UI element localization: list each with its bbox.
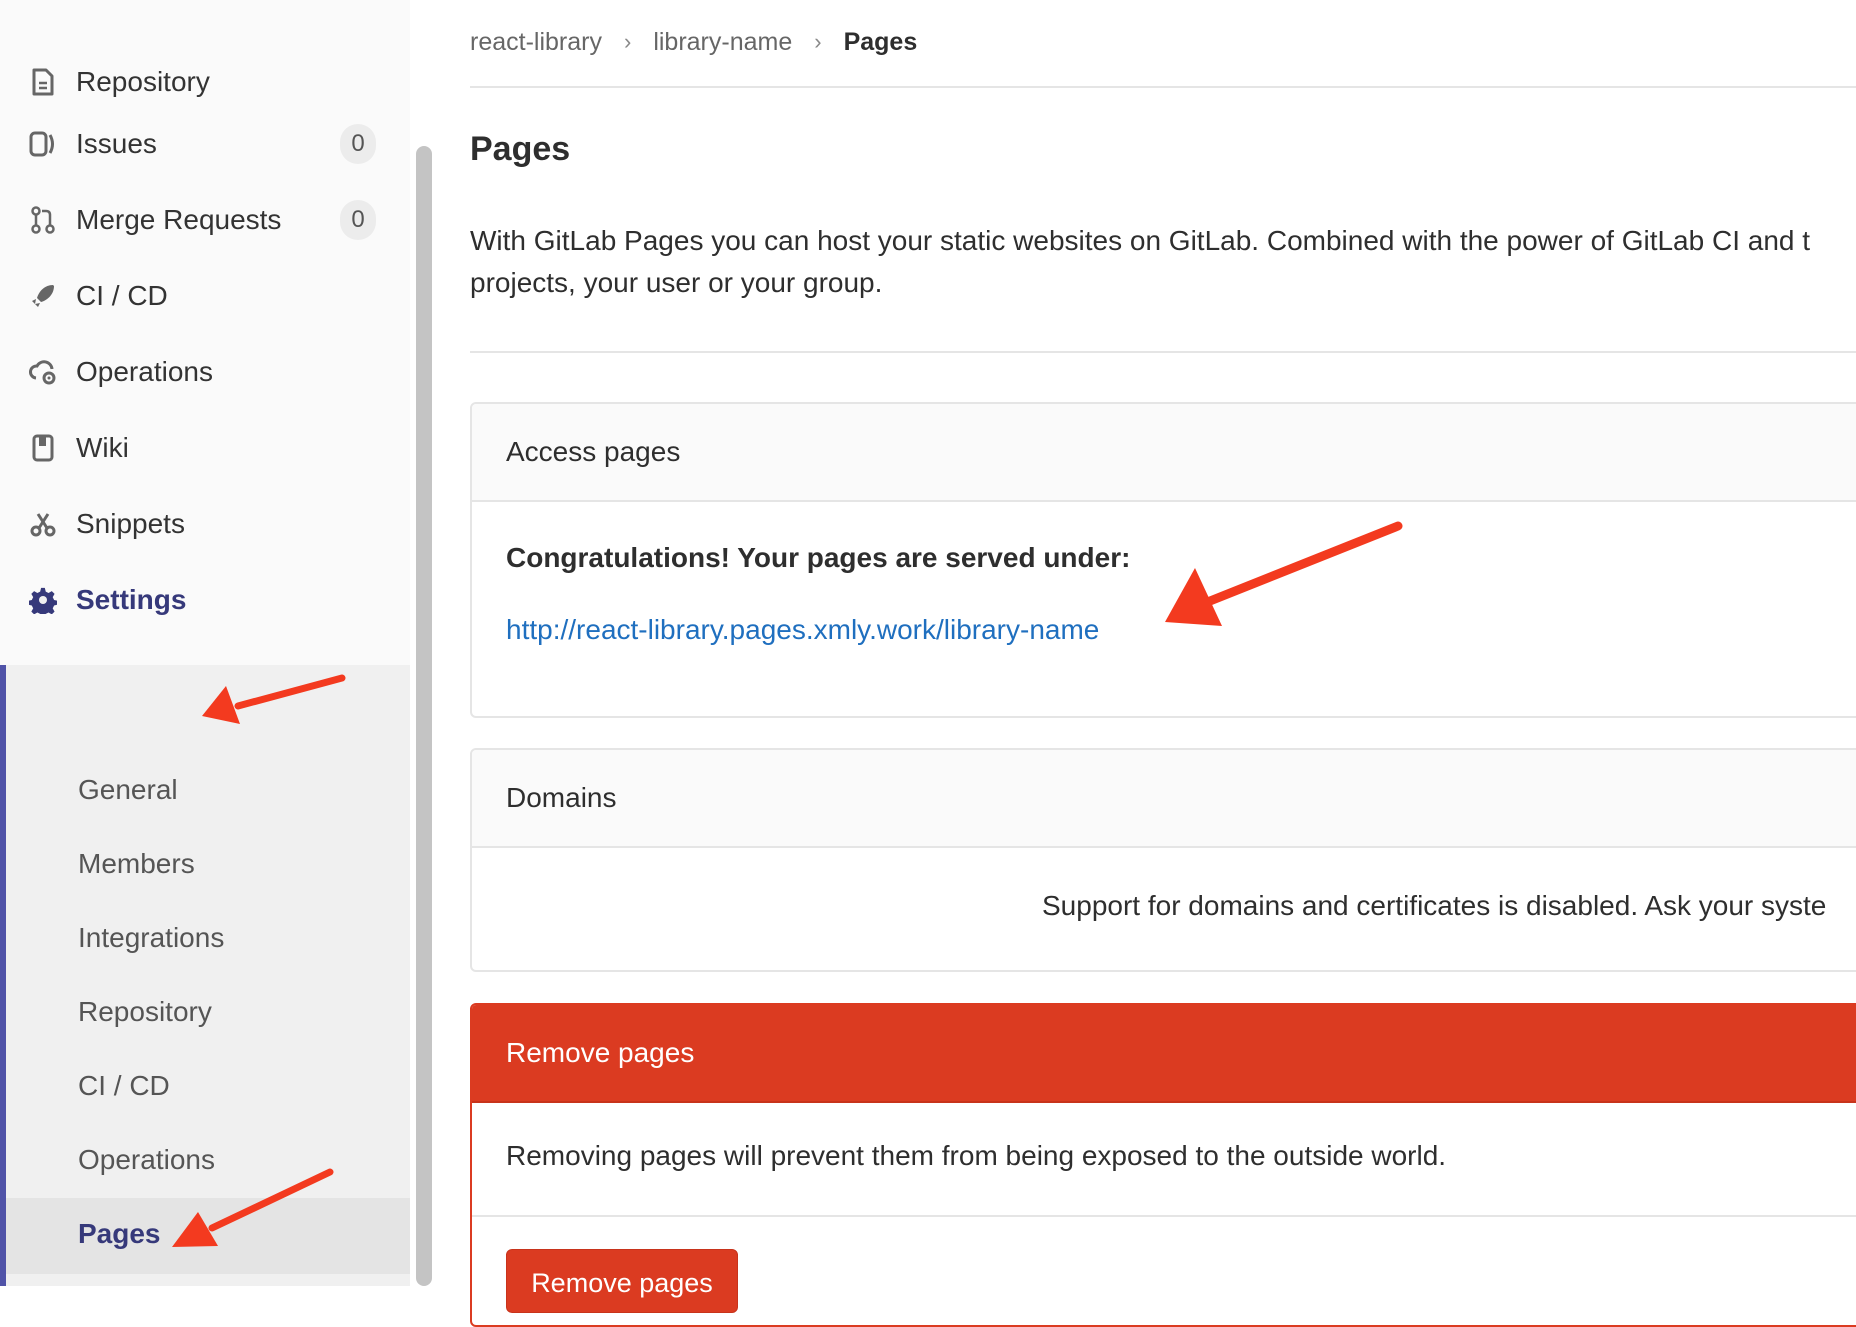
remove-pages-panel: Remove pages Removing pages will prevent… xyxy=(470,1003,1856,1327)
issues-icon xyxy=(28,129,58,159)
sidebar-item-operations[interactable]: Operations xyxy=(0,342,410,402)
domains-message: Support for domains and certificates is … xyxy=(1042,890,1827,921)
rocket-icon xyxy=(28,281,58,311)
sidebar-item-label: Merge Requests xyxy=(76,204,282,235)
sidebar-scrollbar-thumb[interactable] xyxy=(416,146,432,1286)
sidebar-item-label: Issues xyxy=(76,128,157,159)
remove-pages-button[interactable]: Remove pages xyxy=(506,1249,738,1313)
chevron-right-icon: › xyxy=(814,29,822,54)
sidebar-item-wiki[interactable]: Wiki xyxy=(0,418,410,478)
settings-sub-ci-cd[interactable]: CI / CD xyxy=(78,1070,170,1102)
settings-sub-integrations[interactable]: Integrations xyxy=(78,922,224,954)
sidebar-item-snippets[interactable]: Snippets xyxy=(0,494,410,554)
active-indicator xyxy=(0,665,6,1286)
settings-sub-general[interactable]: General xyxy=(78,774,178,806)
domains-panel: Domains Support for domains and certific… xyxy=(470,748,1856,972)
settings-sub-members[interactable]: Members xyxy=(78,848,195,880)
settings-sub-operations[interactable]: Operations xyxy=(78,1144,215,1176)
page-description: With GitLab Pages you can host your stat… xyxy=(470,220,1856,304)
settings-section-bg xyxy=(0,665,410,1286)
merge-request-icon xyxy=(28,205,58,235)
pages-url-link[interactable]: http://react-library.pages.xmly.work/lib… xyxy=(506,614,1099,646)
remove-message: Removing pages will prevent them from be… xyxy=(506,1140,1447,1171)
breadcrumb-current[interactable]: Pages xyxy=(844,28,918,57)
sidebar-item-label: Settings xyxy=(76,584,187,615)
breadcrumb-item[interactable]: react-library xyxy=(470,28,602,57)
divider xyxy=(472,1215,1856,1217)
congrats-text: Congratulations! Your pages are served u… xyxy=(506,542,1131,573)
divider xyxy=(470,86,1856,88)
issues-count-badge: 0 xyxy=(340,124,376,164)
sidebar-item-label: CI / CD xyxy=(76,280,168,311)
breadcrumb-item[interactable]: library-name xyxy=(653,28,792,57)
merge-requests-count-badge: 0 xyxy=(340,200,376,240)
sidebar-item-label: Repository xyxy=(76,66,210,97)
settings-sub-repository[interactable]: Repository xyxy=(78,996,212,1028)
scissors-icon xyxy=(28,509,58,539)
sidebar-item-label: Wiki xyxy=(76,432,129,463)
sidebar-item-label: Snippets xyxy=(76,508,185,539)
sidebar-item-repository[interactable]: Repository xyxy=(0,52,410,112)
sidebar-item-merge-requests[interactable]: Merge Requests 0 xyxy=(0,190,410,250)
sidebar-item-label: Operations xyxy=(76,356,213,387)
cloud-gear-icon xyxy=(28,357,58,387)
breadcrumb: react-library › library-name › Pages xyxy=(470,22,917,62)
panel-title: Domains xyxy=(472,750,1856,848)
page-description-line: projects, your user or your group. xyxy=(470,267,883,298)
panel-title: Access pages xyxy=(472,404,1856,502)
book-icon xyxy=(28,433,58,463)
sidebar-item-ci-cd[interactable]: CI / CD xyxy=(0,266,410,326)
active-sub-item-bg xyxy=(6,1198,410,1274)
sidebar-item-issues[interactable]: Issues 0 xyxy=(0,114,410,174)
sidebar-item-settings[interactable]: Settings xyxy=(0,570,410,630)
document-icon xyxy=(28,67,58,97)
chevron-right-icon: › xyxy=(623,29,632,54)
settings-sub-pages[interactable]: Pages xyxy=(78,1218,161,1250)
page-title: Pages xyxy=(470,130,571,168)
sidebar: Repository Issues 0 Merge Requests 0 CI … xyxy=(0,0,411,1286)
divider xyxy=(470,351,1856,353)
panel-title: Remove pages xyxy=(472,1005,1856,1103)
access-pages-panel: Access pages Congratulations! Your pages… xyxy=(470,402,1856,718)
gear-icon xyxy=(28,585,58,615)
page-description-line: With GitLab Pages you can host your stat… xyxy=(470,225,1811,256)
